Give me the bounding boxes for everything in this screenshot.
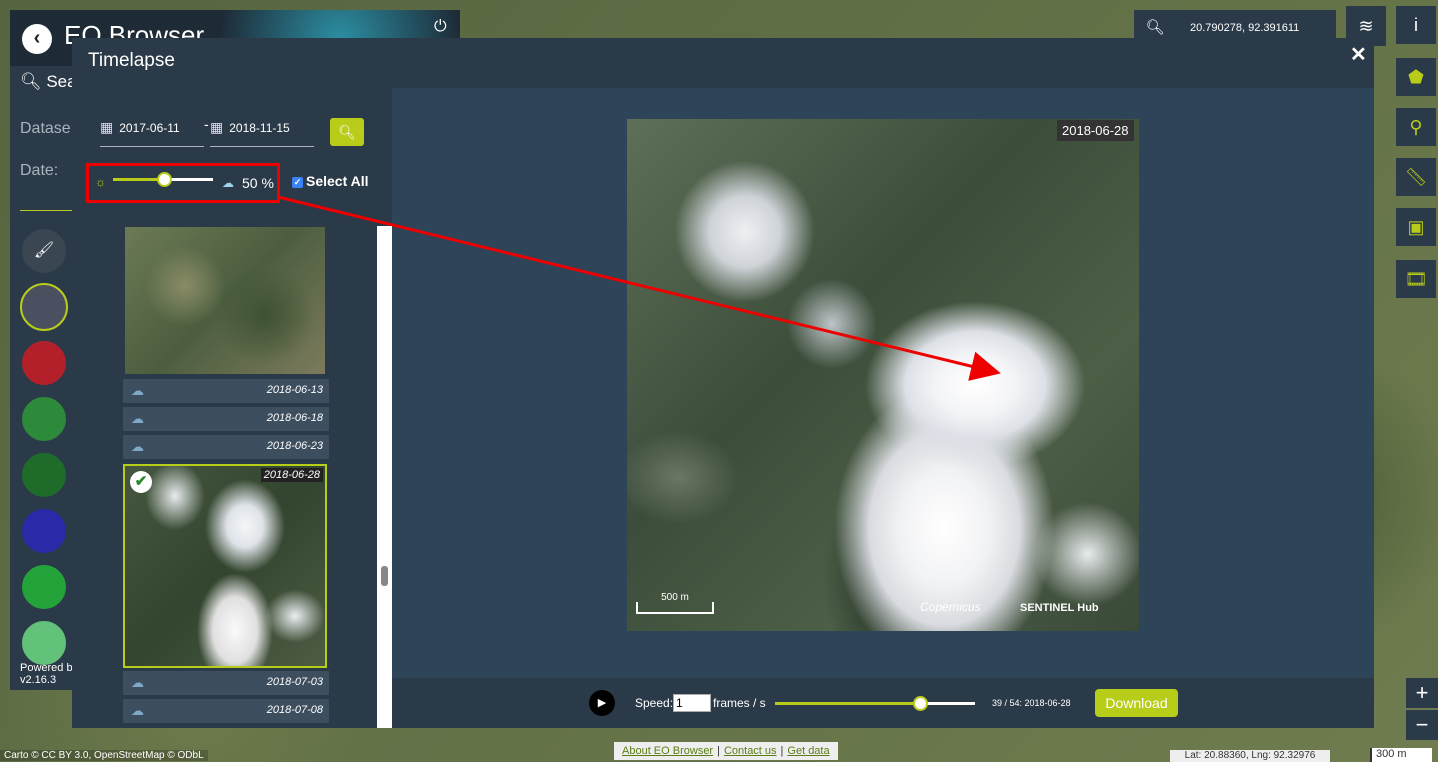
- cloud-icon: ☁: [131, 675, 144, 690]
- frame-info: 39 / 54: 2018-06-28: [992, 698, 1071, 708]
- footer-links: About EO Browser | Contact us | Get data: [614, 742, 838, 760]
- layer-thumb-ndvi[interactable]: [20, 395, 68, 443]
- selected-image-thumbnail[interactable]: 2018-06-28 ✔: [123, 464, 327, 668]
- divider: [20, 210, 80, 211]
- search-icon: 🔍︎: [338, 124, 356, 140]
- checkbox-checked-icon[interactable]: ✓: [292, 176, 303, 188]
- list-scrollbar[interactable]: [377, 226, 392, 728]
- date-label: Date:: [20, 162, 59, 179]
- preview-date: 2018-06-28: [1057, 120, 1134, 141]
- map-scale: 300 m: [1370, 748, 1432, 762]
- search-icon: 🔍︎: [20, 72, 42, 91]
- about-link[interactable]: About EO Browser: [622, 745, 713, 757]
- info-icon[interactable]: i: [1396, 6, 1436, 44]
- zoom-out-button[interactable]: −: [1406, 710, 1438, 740]
- image-export-icon[interactable]: ▣: [1396, 208, 1436, 246]
- search-icon: 🔍︎: [1145, 19, 1165, 36]
- brush-icon[interactable]: 🖌: [20, 227, 68, 275]
- cloud-icon: ☁: [131, 439, 144, 454]
- list-item[interactable]: ☁ 2018-07-08: [123, 699, 329, 723]
- timeline-slider-handle[interactable]: [913, 696, 928, 711]
- annotation-highlight-box: [86, 163, 280, 203]
- speed-label: Speed:: [635, 696, 674, 710]
- image-thumbnail[interactable]: [125, 227, 325, 374]
- dataset-label: Datase: [20, 120, 71, 137]
- zoom-in-button[interactable]: +: [1406, 678, 1438, 708]
- list-item[interactable]: ☁ 2018-06-23: [123, 435, 329, 459]
- cloud-icon: ☁: [131, 383, 144, 398]
- preview-scale-bar: 500 m: [636, 593, 714, 614]
- map-attribution: Carto © CC BY 3.0, OpenStreetMap © ODbL: [0, 750, 208, 761]
- powered-by: Powered b v2.16.3: [20, 662, 73, 686]
- sentinel-hub-logo: SENTINEL Hub: [1020, 602, 1099, 614]
- speed-input[interactable]: 1: [673, 694, 711, 712]
- layer-thumb-moisture[interactable]: [20, 507, 68, 555]
- select-all-checkbox[interactable]: ✓ Select All: [292, 173, 369, 189]
- layer-thumb-agriculture[interactable]: [20, 451, 68, 499]
- lat-lng-readout: Lat: 20.88360, Lng: 92.32976: [1170, 750, 1330, 762]
- list-item[interactable]: ☁ 2018-06-13: [123, 379, 329, 403]
- layer-thumbnails: 🖌: [10, 225, 72, 667]
- layer-thumb-false-color[interactable]: [20, 339, 68, 387]
- power-icon[interactable]: ⏻: [434, 18, 447, 36]
- checkmark-icon[interactable]: ✔: [130, 471, 152, 493]
- preview-image: [627, 119, 1139, 631]
- search-button[interactable]: 🔍︎: [330, 118, 364, 146]
- marker-icon[interactable]: ⚲: [1396, 108, 1436, 146]
- copernicus-logo: Copernicus: [920, 600, 981, 614]
- layer-thumb-vegetation[interactable]: [20, 563, 68, 611]
- ruler-icon[interactable]: 📏︎: [1396, 158, 1436, 196]
- date-from-field[interactable]: ▦ 2017-06-11: [100, 112, 204, 147]
- date-to-field[interactable]: ▦ 2018-11-15: [210, 112, 314, 147]
- play-icon[interactable]: ▶: [589, 690, 615, 716]
- contact-link[interactable]: Contact us: [724, 745, 777, 757]
- fps-label: frames / s: [713, 696, 766, 710]
- calendar-icon: ▦: [100, 119, 114, 135]
- list-item[interactable]: ☁ 2018-07-03: [123, 671, 329, 695]
- layer-thumb-other[interactable]: [20, 619, 68, 667]
- close-icon[interactable]: ✕: [1350, 42, 1367, 67]
- layer-thumb-true-color[interactable]: [20, 283, 68, 331]
- modal-title: Timelapse: [88, 50, 175, 71]
- back-button[interactable]: ‹: [22, 24, 52, 54]
- film-icon[interactable]: 🎞︎: [1396, 260, 1436, 298]
- polygon-icon[interactable]: ⬟: [1396, 58, 1436, 96]
- cloud-icon: ☁: [131, 411, 144, 426]
- list-item[interactable]: ☁ 2018-06-18: [123, 407, 329, 431]
- download-button[interactable]: Download: [1095, 689, 1178, 717]
- get-data-link[interactable]: Get data: [787, 745, 829, 757]
- sidebar-search-tab[interactable]: 🔍︎ Sea: [20, 72, 77, 92]
- date-separator: -: [204, 116, 209, 132]
- timeline-slider-fill: [775, 702, 919, 705]
- scrollbar-thumb[interactable]: [381, 566, 388, 586]
- cloud-icon: ☁: [131, 703, 144, 718]
- thumbnail-date: 2018-06-28: [260, 468, 323, 482]
- calendar-icon: ▦: [210, 119, 224, 135]
